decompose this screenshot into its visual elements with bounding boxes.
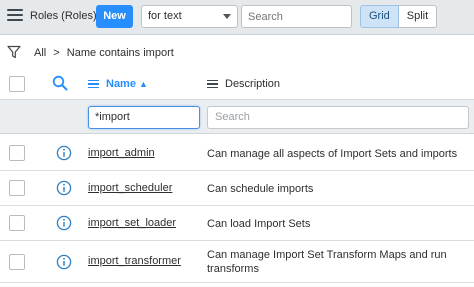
chevron-down-icon [223,14,231,19]
table-row: import_scheduler Can schedule imports [0,171,474,206]
breadcrumb-filter[interactable]: Name contains import [67,47,174,59]
search-field-select-value: for text [148,10,182,22]
column-description-header[interactable]: Description [207,78,280,90]
search-input[interactable] [241,5,352,28]
grid-view-button[interactable]: Grid [360,5,399,28]
breadcrumb-separator: > [53,47,60,59]
name-filter-input[interactable]: *import [88,106,200,129]
description-filter-input[interactable]: Search [207,106,469,129]
context-menu-icon[interactable] [7,9,23,23]
breadcrumb: All > Name contains import [34,47,174,59]
info-icon[interactable] [56,145,72,161]
view-toggle: Grid Split [360,5,438,28]
split-view-button[interactable]: Split [398,5,438,28]
info-icon[interactable] [56,254,72,270]
list-header: Roles (Roles) New for text Grid Split [0,0,474,35]
table-row: import_transformer Can manage Import Set… [0,241,474,283]
role-description: Can schedule imports [207,183,314,195]
table-row: import_set_loader Can load Import Sets [0,206,474,241]
info-icon[interactable] [56,180,72,196]
breadcrumb-all[interactable]: All [34,47,46,59]
row-checkbox[interactable] [9,180,25,196]
search-field-select[interactable]: for text [141,5,238,28]
row-checkbox[interactable] [9,145,25,161]
role-name-link[interactable]: import_scheduler [88,182,172,194]
role-description: Can manage all aspects of Import Sets an… [207,148,458,160]
role-name-link[interactable]: import_transformer [88,255,181,267]
info-icon[interactable] [56,215,72,231]
column-name-label: Name [106,78,136,90]
role-name-link[interactable]: import_admin [88,147,155,159]
new-button[interactable]: New [96,5,133,28]
role-description: Can load Import Sets [207,218,311,230]
row-checkbox[interactable] [9,215,25,231]
column-menu-icon[interactable] [207,79,218,89]
sort-ascending-icon: ▲ [138,79,148,89]
row-checkbox[interactable] [9,254,25,270]
list-title: Roles (Roles) [30,10,97,22]
role-description: Can manage Import Set Transform Maps and… [207,249,447,275]
column-menu-icon[interactable] [88,79,99,89]
column-header-row: Name ▲ Description [0,69,474,99]
filter-icon[interactable] [7,45,21,59]
column-description-label: Description [225,78,281,90]
breadcrumb-bar: All > Name contains import [0,36,474,69]
select-all-checkbox[interactable] [9,76,25,92]
table-row: import_admin Can manage all aspects of I… [0,135,474,171]
role-name-link[interactable]: import_set_loader [88,217,176,229]
column-filter-row: *import Search [0,99,474,134]
search-icon[interactable] [52,75,68,91]
column-name-header[interactable]: Name ▲ [88,78,148,90]
